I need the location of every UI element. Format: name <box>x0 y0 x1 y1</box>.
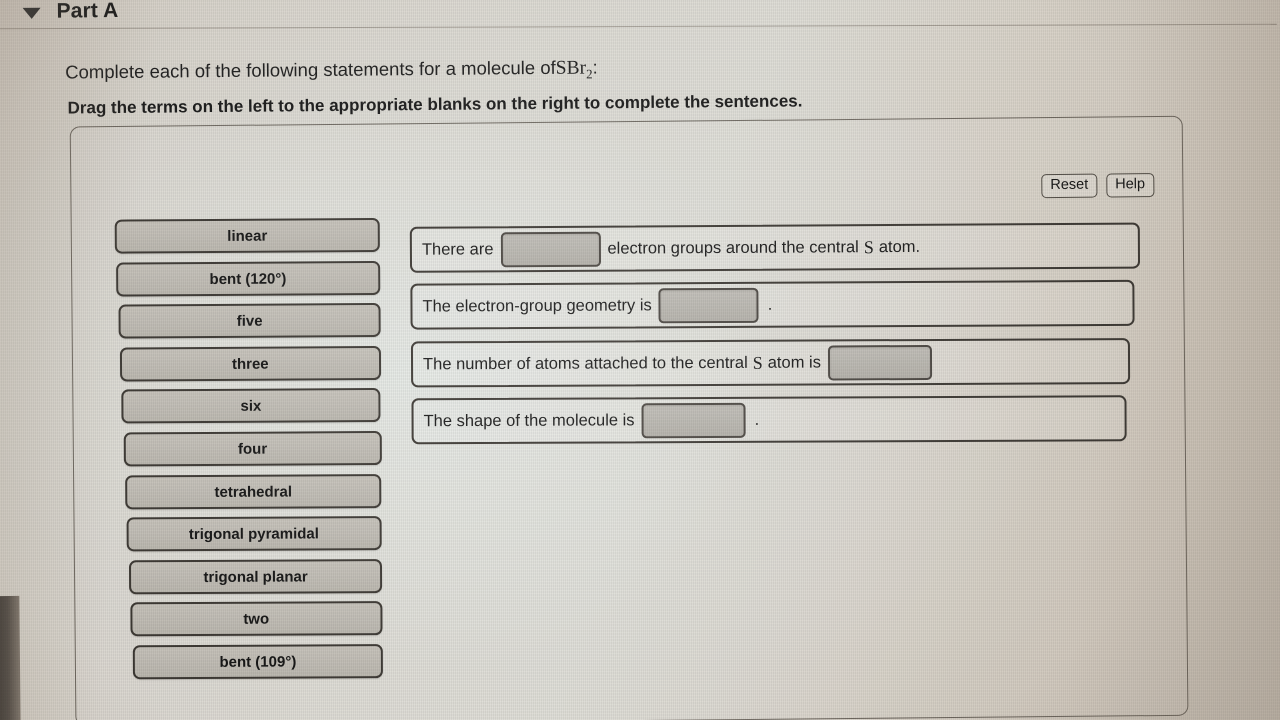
part-header: Part A <box>22 0 119 24</box>
term-chip-label: bent (109°) <box>218 653 296 671</box>
drop-blank[interactable] <box>641 402 746 438</box>
term-chip-label: bent (120°) <box>209 269 287 288</box>
term-chip[interactable]: five <box>118 303 381 339</box>
panel-toolbar: Reset Help <box>1041 173 1155 198</box>
term-chip[interactable]: three <box>119 345 381 382</box>
term-chip-label: trigonal pyramidal <box>189 525 320 543</box>
prompt-line-2: Drag the terms on the left to the approp… <box>67 91 803 118</box>
term-chip-label: trigonal planar <box>203 567 308 586</box>
atom-symbol: S <box>863 236 874 257</box>
drop-blank[interactable] <box>658 287 759 323</box>
term-chip-label: linear <box>227 227 268 245</box>
screen-photo: Part A Complete each of the following st… <box>0 0 1280 720</box>
statement-text-before: The shape of the molecule is <box>423 410 635 430</box>
term-chip-label: tetrahedral <box>214 482 293 501</box>
help-button[interactable]: Help <box>1106 173 1155 198</box>
term-chip[interactable]: trigonal planar <box>128 558 382 595</box>
term-chip[interactable]: bent (120°) <box>116 260 381 297</box>
prompt-line-1-colon: : <box>592 56 598 78</box>
statement-list: There are electron groups around the cent… <box>0 0 1277 445</box>
page-title: Part A <box>56 0 119 23</box>
term-chip[interactable]: tetrahedral <box>125 473 382 509</box>
prompt-line-1-text: Complete each of the following statement… <box>65 56 556 83</box>
statement-text-tail: atom. <box>878 237 921 256</box>
statement-text-tail: atom is <box>767 353 821 372</box>
term-chip-label: three <box>231 354 269 373</box>
drop-blank[interactable] <box>500 231 601 267</box>
prompt-line-1: Complete each of the following statement… <box>65 56 598 87</box>
term-chip-label: six <box>240 397 262 415</box>
term-chip-label: four <box>237 440 267 458</box>
screen-bezel-edge <box>0 595 21 720</box>
drop-blank[interactable] <box>827 344 933 380</box>
molecule-formula-symbol: SBr <box>555 57 587 79</box>
reset-button[interactable]: Reset <box>1041 173 1098 198</box>
term-chip[interactable]: four <box>123 431 382 467</box>
term-chip[interactable]: bent (109°) <box>132 644 383 680</box>
term-chip[interactable]: trigonal pyramidal <box>127 516 382 552</box>
term-chip[interactable]: six <box>121 388 381 424</box>
statement-row: There are electron groups around the cent… <box>409 222 1141 273</box>
statement-text-before: There are <box>421 239 494 259</box>
statement-row: The number of atoms attached to the cent… <box>410 338 1131 388</box>
statement-text-before: The electron-group geometry is <box>422 295 652 316</box>
statement-text-tail: . <box>754 410 760 429</box>
term-chip-label: two <box>243 610 270 628</box>
statement-row: The electron-group geometry is. <box>410 279 1135 330</box>
term-chip-label: five <box>236 312 263 330</box>
molecule-formula: SBr2 <box>555 57 593 82</box>
atom-symbol: S <box>752 352 763 373</box>
statement-text-tail: . <box>767 295 773 314</box>
header-divider <box>0 23 1277 30</box>
statement-row: The shape of the molecule is. <box>411 395 1127 445</box>
term-chip[interactable]: linear <box>114 217 380 254</box>
page-content: Part A Complete each of the following st… <box>0 0 1280 720</box>
term-chip[interactable]: two <box>130 601 383 637</box>
statement-text-after: electron groups around the central <box>607 237 859 258</box>
statement-text-before: The number of atoms attached to the cent… <box>422 353 748 373</box>
caret-down-icon[interactable] <box>22 7 41 19</box>
